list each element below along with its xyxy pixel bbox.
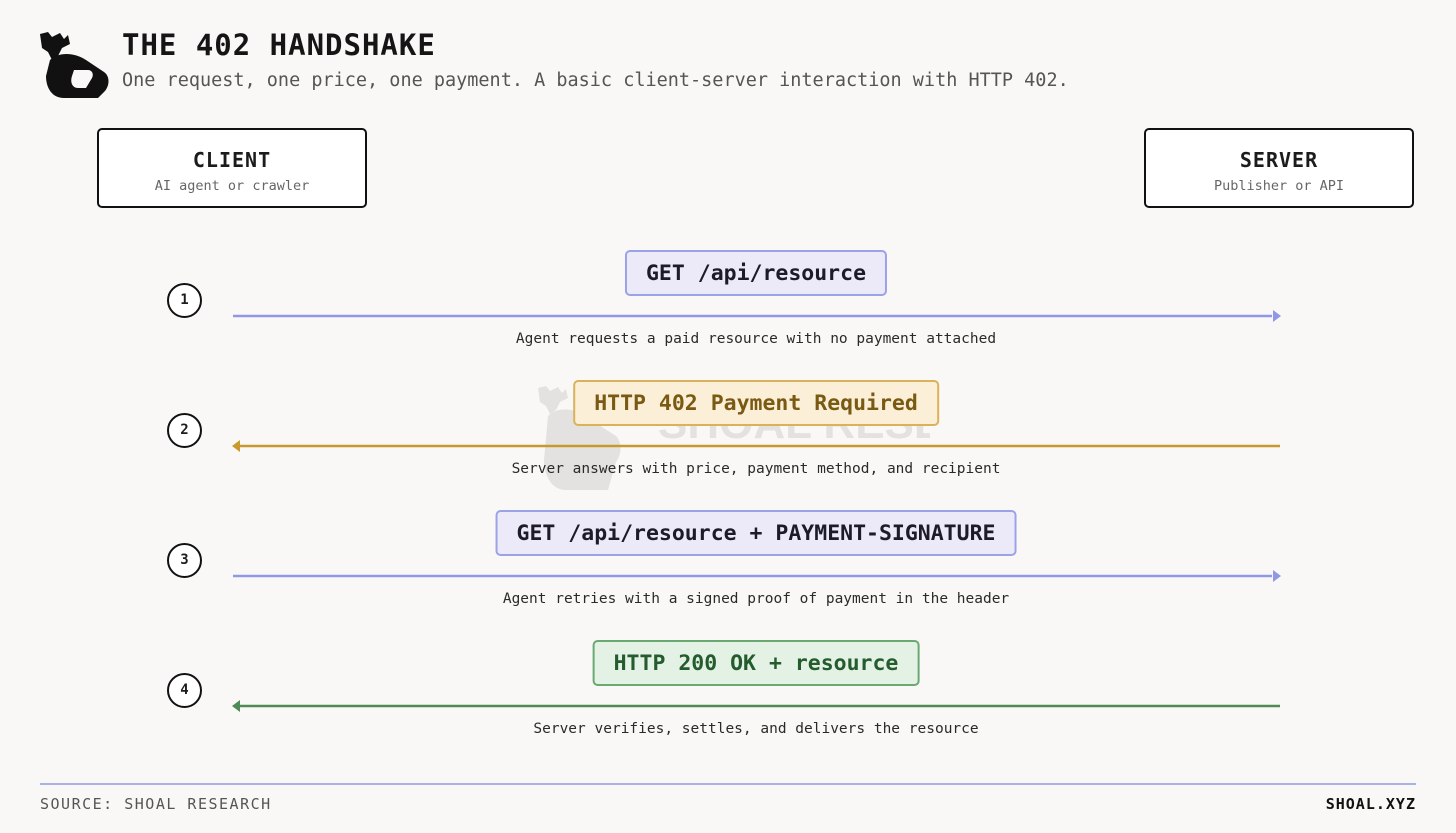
footer-divider xyxy=(40,783,1416,785)
site-link[interactable]: SHOAL.XYZ xyxy=(1326,795,1416,813)
step-message-1: GET /api/resource xyxy=(624,250,888,296)
step-description-2: Server answers with price, payment metho… xyxy=(511,461,1001,477)
server-name: SERVER xyxy=(1239,148,1319,172)
step-message-3: GET /api/resource + PAYMENT-SIGNATURE xyxy=(495,510,1017,556)
client-description: AI agent or crawler xyxy=(154,178,310,194)
page-title: THE 402 HANDSHAKE xyxy=(122,28,436,62)
arrowhead-1 xyxy=(1273,310,1281,322)
step-message-2: HTTP 402 Payment Required xyxy=(573,380,939,426)
arrowhead-2 xyxy=(232,440,240,452)
step-description-1: Agent requests a paid resource with no p… xyxy=(515,331,997,347)
step-message-4: HTTP 200 OK + resource xyxy=(592,640,920,686)
client-name: CLIENT xyxy=(192,148,272,172)
step-number-3: 3 xyxy=(167,543,202,578)
step-number-1: 1 xyxy=(167,283,202,318)
shoal-logo-icon xyxy=(40,32,109,98)
page-subtitle: One request, one price, one payment. A b… xyxy=(122,70,1069,91)
step-number-2: 2 xyxy=(167,413,202,448)
arrowhead-4 xyxy=(232,700,240,712)
step-number-4: 4 xyxy=(167,673,202,708)
source-label: SOURCE: SHOAL RESEARCH xyxy=(40,795,272,813)
arrowhead-3 xyxy=(1273,570,1281,582)
server-description: Publisher or API xyxy=(1213,178,1345,194)
client-box: CLIENT AI agent or crawler xyxy=(97,128,367,208)
step-description-4: Server verifies, settles, and delivers t… xyxy=(533,721,979,737)
server-box: SERVER Publisher or API xyxy=(1144,128,1414,208)
step-description-3: Agent retries with a signed proof of pay… xyxy=(502,591,1010,607)
